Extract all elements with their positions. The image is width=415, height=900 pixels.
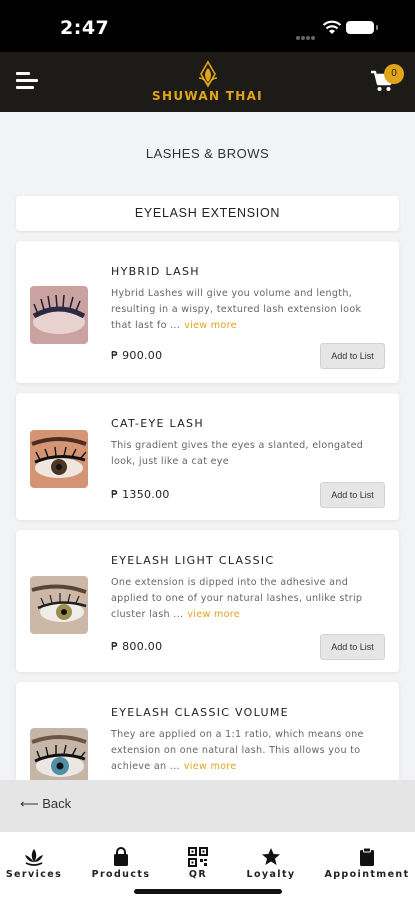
nav-item-products[interactable]: Products — [81, 847, 161, 880]
eyelash-photo-light-classic — [30, 576, 88, 634]
product-price: ₱ 900.00 — [111, 349, 163, 362]
section-header: EYELASH EXTENSION — [16, 196, 399, 231]
product-description: One extension is dipped into the adhesiv… — [111, 575, 381, 623]
lotus-icon — [25, 849, 43, 866]
star-icon — [262, 848, 280, 865]
product-card[interactable]: EYELASH LIGHT CLASSIC One extension is d… — [16, 530, 399, 672]
product-card[interactable]: CAT-EYE LASH This gradient gives the eye… — [16, 393, 399, 520]
nav-item-appointment[interactable]: Appointment — [322, 847, 412, 880]
view-more-link[interactable]: view more — [187, 609, 240, 620]
nav-item-services[interactable]: Services — [0, 847, 74, 880]
view-more-link[interactable]: view more — [184, 320, 237, 331]
add-to-list-button[interactable]: Add to List — [320, 634, 385, 660]
product-name: EYELASH CLASSIC VOLUME — [111, 706, 289, 719]
product-description: This gradient gives the eyes a slanted, … — [111, 438, 381, 470]
back-label: Back — [42, 796, 72, 811]
nav-item-loyalty[interactable]: Loyalty — [231, 847, 311, 880]
product-description-text: This gradient gives the eyes a slanted, … — [111, 440, 364, 467]
view-more-link[interactable]: view more — [184, 761, 237, 772]
signal-icon — [296, 27, 318, 40]
product-name: CAT-EYE LASH — [111, 417, 204, 430]
brand-name: SHUWAN THAI — [152, 89, 263, 103]
nav-label: Loyalty — [246, 869, 296, 880]
back-bar: ⟵ Back — [0, 780, 415, 832]
product-price: ₱ 1350.00 — [111, 488, 170, 501]
product-description: Hybrid Lashes will give you volume and l… — [111, 286, 381, 334]
product-card[interactable]: HYBRID LASH Hybrid Lashes will give you … — [16, 241, 399, 383]
cart-count-badge: 0 — [384, 64, 404, 84]
eyelash-photo-cat-eye — [30, 430, 88, 488]
eyelash-photo-classic-volume — [30, 728, 88, 786]
lotus-logo-icon — [198, 60, 217, 88]
add-to-list-button[interactable]: Add to List — [320, 343, 385, 369]
product-price: ₱ 800.00 — [111, 640, 163, 653]
product-description-text: They are applied on a 1:1 ratio, which m… — [111, 729, 364, 772]
qr-code-icon — [188, 847, 208, 867]
app-header: SHUWAN THAI — [0, 52, 415, 112]
nav-label: Services — [5, 869, 63, 880]
page-title: LASHES & BROWS — [145, 146, 270, 161]
product-name: EYELASH LIGHT CLASSIC — [111, 554, 275, 567]
nav-label: QR — [188, 869, 208, 880]
nav-label: Appointment — [324, 869, 410, 880]
status-time: 2:47 — [60, 17, 110, 39]
shopping-bag-icon — [114, 847, 128, 866]
product-name: HYBRID LASH — [111, 265, 200, 278]
nav-label: Products — [91, 869, 151, 880]
eyelash-photo-hybrid — [30, 286, 88, 344]
home-indicator — [134, 889, 282, 894]
product-description: They are applied on a 1:1 ratio, which m… — [111, 727, 381, 775]
battery-icon — [346, 21, 378, 34]
back-button[interactable]: ⟵ Back — [20, 796, 71, 812]
nav-item-qr[interactable]: QR — [158, 847, 238, 880]
add-to-list-button[interactable]: Add to List — [320, 482, 385, 508]
menu-icon[interactable] — [16, 72, 38, 92]
arrow-left-icon: ⟵ — [20, 796, 39, 811]
clipboard-icon — [360, 847, 374, 866]
brand-logo: SHUWAN THAI — [150, 60, 265, 108]
wifi-icon — [322, 20, 342, 34]
status-bar: 2:47 — [0, 0, 415, 52]
